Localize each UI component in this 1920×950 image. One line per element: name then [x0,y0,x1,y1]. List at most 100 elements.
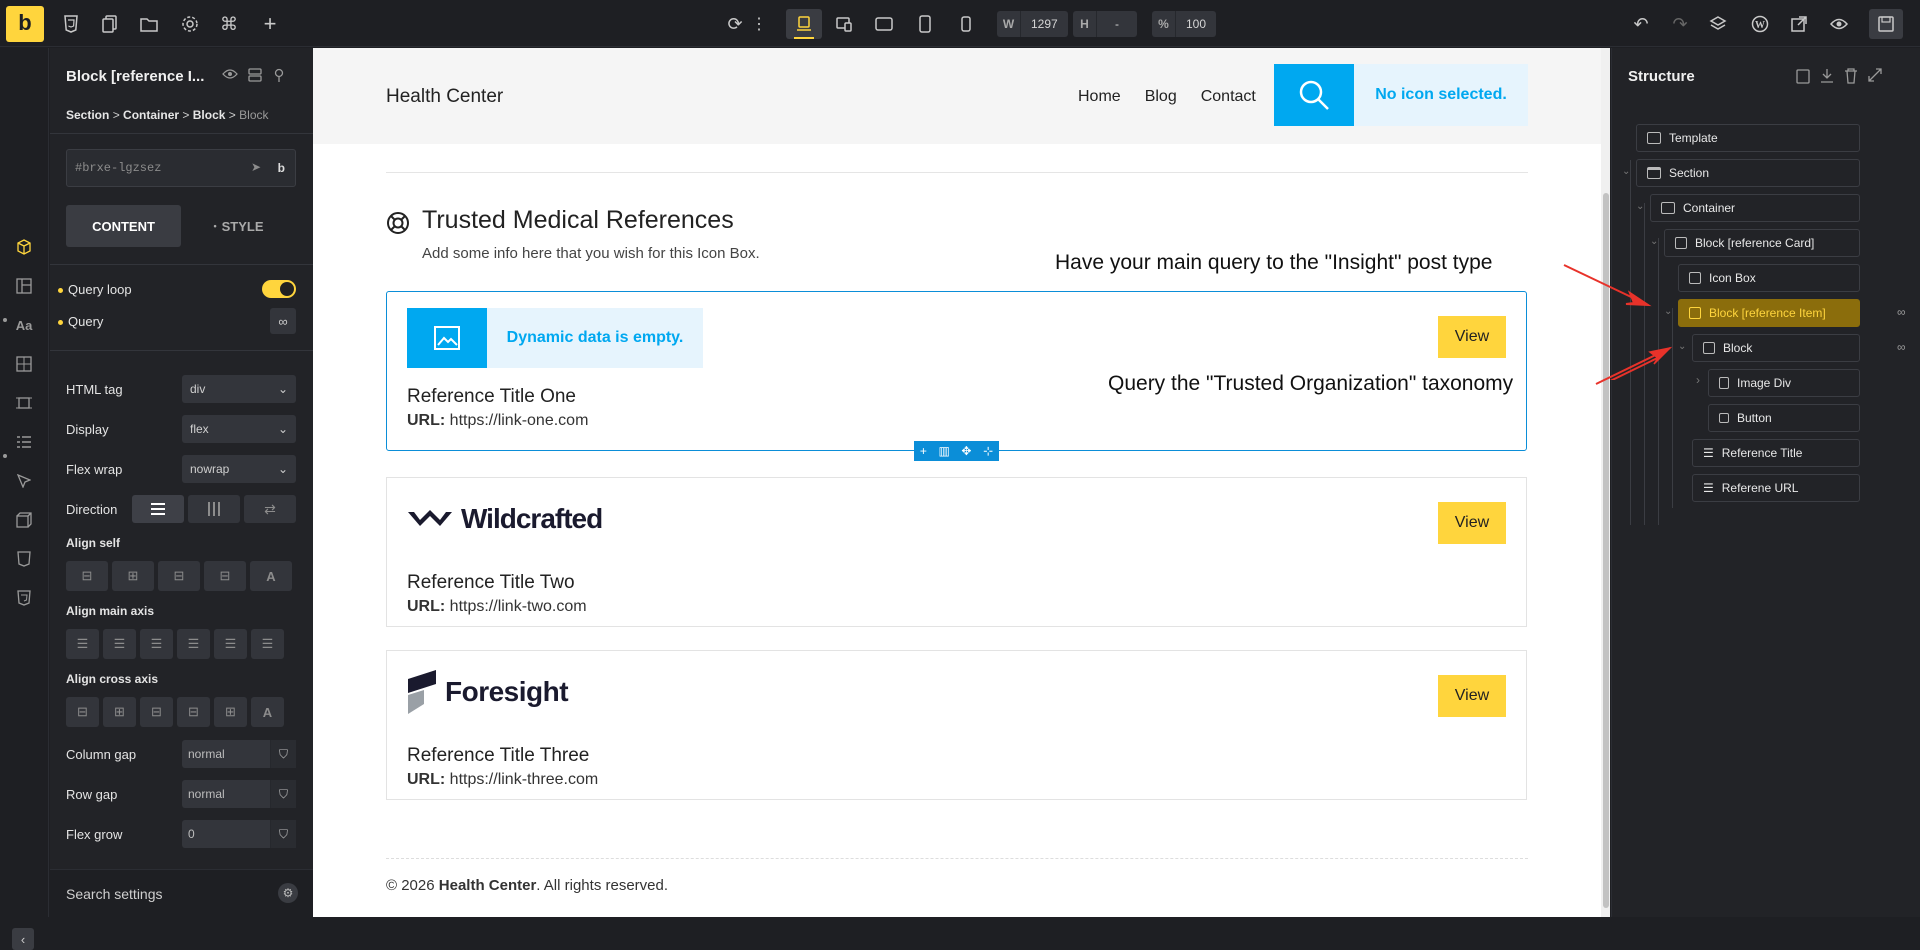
reference-card[interactable]: Wildcrafted View Reference Title Two URL… [386,477,1527,627]
move-icon[interactable]: ✥ [961,444,971,458]
mobile-icon[interactable] [951,9,981,39]
cross-baseline-icon[interactable]: A [251,697,284,727]
folder-icon[interactable] [134,9,164,39]
flex-wrap-select[interactable]: nowrap ⌄ [182,455,296,483]
column-gap-input[interactable]: normal ⛉ [182,740,296,768]
cross-start-icon[interactable]: ⊟ [66,697,99,727]
add-element-icon[interactable]: + [920,444,927,458]
tree-node-reference-card[interactable]: Block [reference Card] [1664,229,1860,257]
wordpress-icon[interactable]: W [1745,9,1775,39]
settings-gear-icon[interactable]: ⚙ [278,883,298,903]
tree-node-reference-url[interactable]: ☰ Referene URL [1692,474,1860,502]
variable-shield-icon[interactable]: ⛉ [270,820,296,848]
tree-node-button[interactable]: Button [1708,404,1860,432]
add-icon[interactable]: + [255,9,285,39]
width-field[interactable]: W 1297 [997,11,1068,37]
direction-reverse-icon[interactable]: ⇄ [244,495,296,523]
tree-node-icon-box[interactable]: Icon Box [1678,264,1860,292]
tree-node-template[interactable]: Template [1636,124,1860,152]
cross-center-icon[interactable]: ⊞ [103,697,136,727]
justify-end-icon[interactable]: ☰ [140,629,173,659]
element-id-field[interactable]: #brxe-lgzsez ➤ b [66,149,296,187]
crumb-section[interactable]: Section [66,108,109,122]
layout-icon[interactable] [14,276,34,296]
more-vertical-icon[interactable]: ⋮ [751,9,767,39]
element-classes-icon[interactable] [248,68,262,82]
chevron-down-icon[interactable]: ⌄ [1650,236,1658,247]
align-center-icon[interactable]: ⊞ [112,561,154,591]
redo-icon[interactable]: ↷ [1665,9,1695,39]
chevron-right-icon[interactable]: › [1696,373,1700,387]
chevron-down-icon[interactable]: ⌄ [1678,341,1686,352]
layers-icon[interactable] [1703,9,1733,39]
justify-start-icon[interactable]: ☰ [66,629,99,659]
tab-content[interactable]: CONTENT [66,205,181,247]
command-icon[interactable]: ⌘ [214,9,244,39]
nav-contact[interactable]: Contact [1201,88,1256,106]
zoom-field[interactable]: % 100 [1152,11,1217,37]
trash-icon[interactable] [1844,68,1858,84]
insert-icon[interactable]: ⊹ [983,444,993,458]
flex-grow-input[interactable]: 0 ⛉ [182,820,296,848]
save-icon[interactable] [1869,9,1903,39]
crumb-container[interactable]: Container [123,108,179,122]
tree-node-section[interactable]: Section [1636,159,1860,187]
justify-center-icon[interactable]: ☰ [103,629,136,659]
chevron-down-icon[interactable]: ⌄ [1622,166,1630,177]
desktop-breakpoint-icon[interactable] [786,9,822,39]
view-button[interactable]: View [1438,502,1506,544]
clipboard-icon[interactable] [1796,68,1810,84]
query-loop-toggle[interactable] [262,280,296,298]
external-link-icon[interactable] [1784,9,1814,39]
list-icon[interactable] [14,432,34,452]
direction-column-icon[interactable] [132,495,184,523]
frame-icon[interactable] [14,393,34,413]
nav-home[interactable]: Home [1078,88,1121,106]
expand-icon[interactable] [1868,68,1882,84]
selector-cursor-icon[interactable]: ➤ [251,150,261,186]
view-button[interactable]: View [1438,316,1506,358]
gear-icon[interactable] [175,9,205,39]
tablet-portrait-icon[interactable] [910,9,940,39]
undo-icon[interactable]: ↶ [1626,9,1656,39]
preview-eye-icon[interactable] [1824,9,1854,39]
tree-node-container[interactable]: Container [1650,194,1860,222]
css-shield-icon[interactable] [14,588,34,608]
search-settings-input[interactable]: Search settings [66,886,163,902]
chevron-down-icon[interactable]: ⌄ [1636,201,1644,212]
nav-blog[interactable]: Blog [1145,88,1177,106]
tree-node-block[interactable]: Block [1692,334,1860,362]
pin-icon[interactable] [272,68,286,82]
box-3d-icon[interactable] [14,510,34,530]
canvas-scrollbar[interactable] [1601,48,1610,917]
align-stretch-icon[interactable]: ⊟ [204,561,246,591]
tree-node-image-div[interactable]: Image Div [1708,369,1860,397]
justify-around-icon[interactable]: ☰ [214,629,247,659]
row-gap-input[interactable]: normal ⛉ [182,780,296,808]
query-infinity-icon[interactable]: ∞ [270,308,296,334]
laptop-breakpoint-icon[interactable] [829,9,859,39]
css3-icon[interactable] [14,549,34,569]
justify-evenly-icon[interactable]: ☰ [251,629,284,659]
collapse-panel-icon[interactable]: ‹ [12,928,34,950]
tablet-landscape-icon[interactable] [869,9,899,39]
tab-style[interactable]: • STYLE [181,205,296,247]
align-baseline-icon[interactable]: A [250,561,292,591]
cross-end-icon[interactable]: ⊟ [140,697,173,727]
html-tag-select[interactable]: div ⌄ [182,375,296,403]
html5-icon[interactable] [56,9,86,39]
height-field[interactable]: H- [1073,11,1137,37]
download-icon[interactable] [1820,68,1834,84]
elements-cube-icon[interactable] [14,237,34,257]
justify-between-icon[interactable]: ☰ [177,629,210,659]
display-select[interactable]: flex ⌄ [182,415,296,443]
crumb-block[interactable]: Block [193,108,226,122]
pages-icon[interactable] [95,9,125,39]
align-end-icon[interactable]: ⊟ [158,561,200,591]
media-icon[interactable] [14,354,34,374]
cross-stretch-icon[interactable]: ⊟ [177,697,210,727]
variable-shield-icon[interactable]: ⛉ [270,780,296,808]
align-start-icon[interactable]: ⊟ [66,561,108,591]
cursor-icon[interactable] [14,471,34,491]
site-brand[interactable]: Health Center [386,86,503,108]
